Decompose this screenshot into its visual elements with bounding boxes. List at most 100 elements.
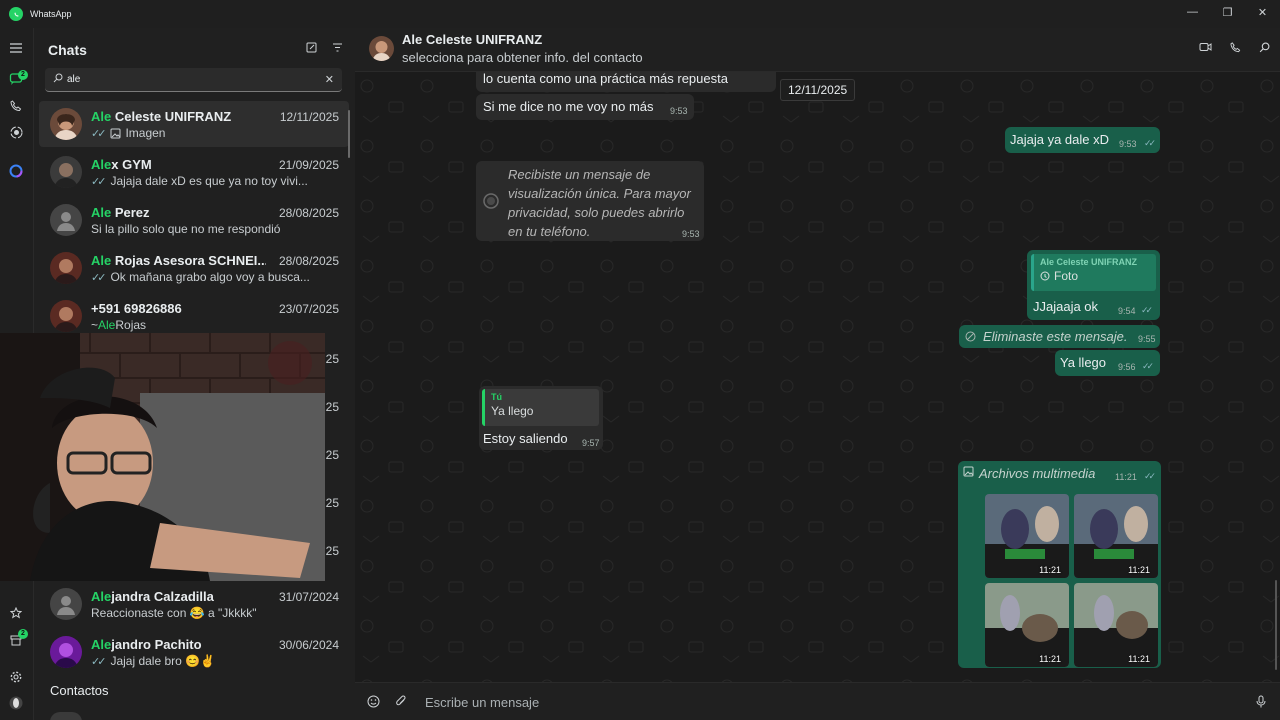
whatsapp-logo-icon <box>9 7 23 21</box>
view-once-message[interactable]: Recibiste un mensaje de visualización ún… <box>476 161 704 241</box>
chat-item-ale-celeste[interactable]: Ale Celeste UNIFRANZ 12/11/2025 ✓✓ Image… <box>39 101 349 147</box>
date-pill: 12/11/2025 <box>780 79 856 101</box>
media-time: 11:21 <box>1128 565 1150 575</box>
message-text: JJajaaja ok <box>1033 299 1099 314</box>
chat-date: 23/07/2025 <box>278 302 339 316</box>
chat-name: Celeste UNIFRANZ <box>111 109 232 124</box>
contact-avatar[interactable] <box>369 36 394 61</box>
chat-item-alex-gym[interactable]: Alex GYM 21/09/2025 ✓✓ Jajaja dale xD es … <box>39 149 349 195</box>
webcam-overlay <box>0 333 325 581</box>
message-text: Si me dice no me voy no más <box>483 99 654 114</box>
attach-icon[interactable] <box>395 695 407 708</box>
deleted-icon <box>965 331 976 342</box>
chat-date-partial: 25 <box>325 400 339 414</box>
chat-header[interactable]: Ale Celeste UNIFRANZ selecciona para obt… <box>355 28 1280 72</box>
outgoing-message[interactable]: Jajaja ya dale xD 9:53 ✓✓ <box>1005 127 1160 153</box>
outgoing-reply-message[interactable]: Ale Celeste UNIFRANZ Foto JJajaaja ok 9:… <box>1027 250 1160 320</box>
meta-ai-icon[interactable] <box>7 162 25 180</box>
chats-title: Chats <box>48 42 87 58</box>
message-text: Eliminaste este mensaje. <box>983 329 1128 344</box>
profile-icon[interactable] <box>7 694 25 712</box>
chat-preview: Reaccionaste con 😂 a "Jkkkk" <box>91 606 257 620</box>
chat-item-alejandra-calzadilla[interactable]: Alejandra Calzadilla 31/07/2024 Reaccion… <box>39 581 349 627</box>
quoted-author: Ale Celeste UNIFRANZ <box>1040 257 1138 267</box>
calls-icon[interactable] <box>7 97 25 115</box>
avatar <box>50 156 82 188</box>
message-time: 9:57 <box>582 438 600 448</box>
double-check-icon: ✓✓ <box>91 127 107 140</box>
chat-name: Perez <box>111 205 150 220</box>
chat-preview: Imagen <box>125 126 166 140</box>
close-window-button[interactable]: ✕ <box>1245 0 1280 24</box>
media-thumbnail[interactable]: 11:21 <box>1074 494 1158 578</box>
status-icon[interactable] <box>7 123 25 141</box>
contact-info-hint[interactable]: selecciona para obtener info. del contac… <box>402 50 643 65</box>
message-input[interactable] <box>425 691 1205 713</box>
quoted-author: Tú <box>491 392 502 402</box>
chat-preview: Rojas <box>115 318 147 332</box>
quoted-text: Ya llego <box>491 404 534 418</box>
default-avatar-icon <box>50 588 82 620</box>
clear-search-icon[interactable]: ✕ <box>325 73 334 86</box>
chat-item-ale-perez[interactable]: Ale Perez 28/08/2025 Si la pillo solo qu… <box>39 197 349 243</box>
settings-icon[interactable] <box>7 668 25 686</box>
quoted-message[interactable]: Ale Celeste UNIFRANZ Foto <box>1031 254 1156 291</box>
contact-name[interactable]: Ale Celeste UNIFRANZ <box>402 32 542 47</box>
chat-date: 28/08/2025 <box>278 254 339 268</box>
message-text: Jajaja ya dale xD <box>1010 132 1109 147</box>
emoji-icon[interactable] <box>367 695 380 708</box>
archived-badge: 2 <box>18 629 28 639</box>
filter-icon[interactable] <box>332 42 343 53</box>
chat-preview-highlight: Ale <box>98 318 116 332</box>
voice-call-icon[interactable] <box>1230 42 1241 53</box>
incoming-message[interactable]: lo cuenta como una práctica más repuesta <box>476 72 776 92</box>
chat-preview: Si la pillo solo que no me respondió <box>91 222 281 236</box>
search-input[interactable] <box>67 68 317 91</box>
double-check-icon: ✓✓ <box>91 175 107 188</box>
media-thumbnail[interactable]: 11:21 <box>985 583 1069 667</box>
chat-item-ale-rojas-asesora[interactable]: Ale Rojas Asesora SCHNEI... 28/08/2025 ✓… <box>39 245 349 291</box>
microphone-icon[interactable] <box>1256 695 1266 708</box>
chat-date: 30/06/2024 <box>278 638 339 652</box>
incoming-reply-message[interactable]: Tú Ya llego Estoy saliendo 9:57 <box>479 386 603 450</box>
incoming-message[interactable]: Si me dice no me voy no más 9:53 <box>476 94 694 120</box>
deleted-message[interactable]: Eliminaste este mensaje. 9:55 <box>959 325 1160 348</box>
chat-preview: Jajaja dale xD es que ya no toy vivi... <box>110 174 308 188</box>
media-thumbnail[interactable]: 11:21 <box>985 494 1069 578</box>
chat-name-highlight: Ale <box>91 205 112 220</box>
chat-name-highlight: Ale <box>91 109 112 124</box>
outgoing-message[interactable]: Ya llego 9:56 ✓✓ <box>1055 350 1160 376</box>
search-chat-icon[interactable] <box>1259 42 1270 53</box>
chat-date: 28/08/2025 <box>278 206 339 220</box>
title-bar: WhatsApp — ❐ ✕ <box>0 0 1280 28</box>
message-area[interactable]: lo cuenta como una práctica más repuesta… <box>355 72 1280 682</box>
media-thumbnail[interactable]: 11:21 <box>1074 583 1158 667</box>
camera-icon <box>1040 271 1050 281</box>
message-time: 9:56 <box>1118 362 1136 372</box>
chats-badge: 2 <box>18 70 28 80</box>
media-time: 11:21 <box>1128 654 1150 664</box>
chat-item-alejandro-pachito[interactable]: Alejandro Pachito 30/06/2024 ✓✓ Jajaj dal… <box>39 629 349 675</box>
chat-name: +591 69826886 <box>91 301 182 316</box>
chat-date: 12/11/2025 <box>279 110 339 124</box>
message-composer <box>355 682 1280 720</box>
starred-icon[interactable] <box>7 604 25 622</box>
chat-list-scrollbar[interactable] <box>348 110 350 158</box>
message-area-scrollbar[interactable] <box>1275 580 1277 670</box>
restore-button[interactable]: ❐ <box>1210 0 1245 24</box>
minimize-button[interactable]: — <box>1175 0 1210 24</box>
quoted-message[interactable]: Tú Ya llego <box>482 389 599 426</box>
message-time: 9:53 <box>1119 139 1137 149</box>
new-chat-icon[interactable] <box>306 42 317 53</box>
avatar <box>50 252 82 284</box>
menu-icon[interactable] <box>7 39 25 57</box>
chat-preview: Jajaj dale bro 😊✌️ <box>110 654 216 668</box>
video-call-icon[interactable] <box>1199 42 1212 53</box>
search-box: ✕ <box>45 68 342 92</box>
double-check-icon: ✓✓ <box>1141 305 1153 315</box>
message-time: 9:53 <box>682 229 700 239</box>
chat-date-partial: 25 <box>325 448 339 462</box>
chat-date-partial: 25 <box>325 544 339 558</box>
default-avatar-icon <box>50 204 82 236</box>
chat-date-partial: 25 <box>325 352 339 366</box>
